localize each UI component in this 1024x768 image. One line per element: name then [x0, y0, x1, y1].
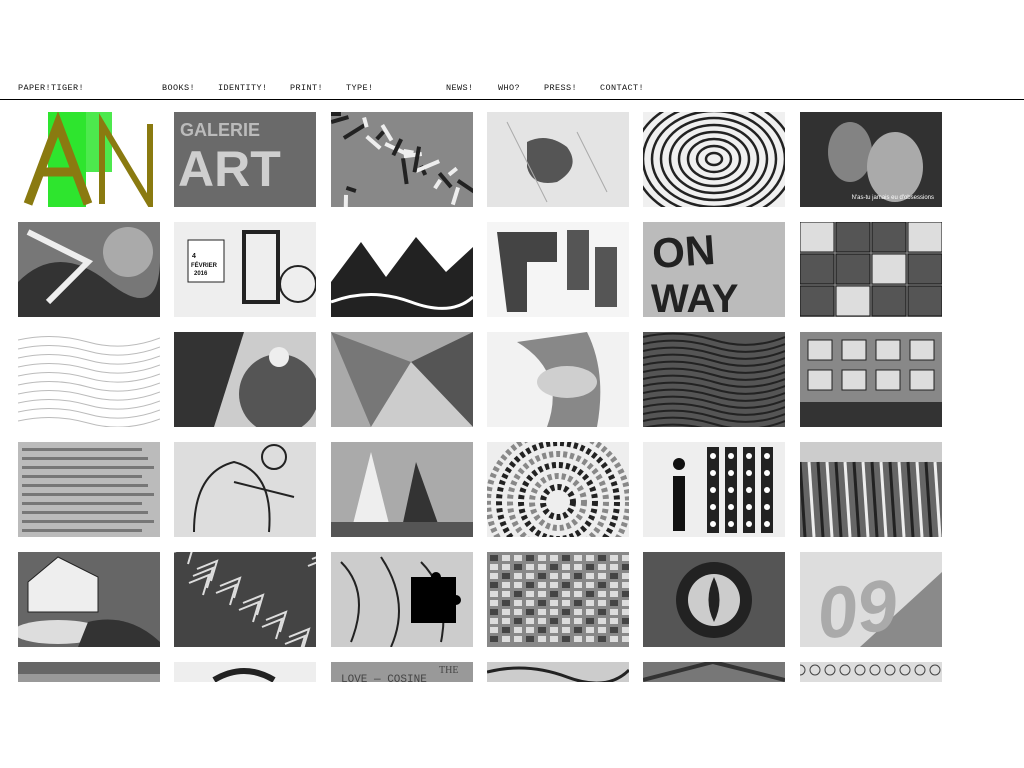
project-thumbnail-partial-tile-4[interactable]	[487, 662, 629, 682]
site-logo-link[interactable]: PAPER!TIGER!	[18, 83, 84, 93]
thumbnail-image	[487, 552, 629, 647]
thumbnail-image	[18, 112, 160, 207]
project-thumbnail-circular-mosaic[interactable]	[487, 442, 629, 537]
project-thumbnail-crumpled-paper[interactable]	[487, 112, 629, 207]
project-thumbnail-film-still-kiss[interactable]: N'as-tu jamais eu d'obsessions	[800, 112, 942, 207]
nav-item-who[interactable]: WHO?	[498, 83, 520, 93]
nav-item-type[interactable]: TYPE!	[346, 83, 374, 93]
project-thumbnail-house-drawing[interactable]	[18, 552, 160, 647]
thumbnail-image	[331, 552, 473, 647]
svg-text:ART: ART	[178, 141, 281, 197]
thumbnail-image	[18, 442, 160, 537]
thumbnail-image	[18, 332, 160, 427]
project-thumbnail-eye-emblem[interactable]	[643, 552, 785, 647]
svg-text:LOVE — COSINE: LOVE — COSINE	[341, 674, 427, 682]
page: PAPER!TIGER! BOOKS! IDENTITY! PRINT! TYP…	[0, 0, 1024, 768]
nav-item-books[interactable]: BOOKS!	[162, 83, 195, 93]
project-grid: GALERIE ART N'as-tu jamais eu d'obsessions…	[18, 112, 1024, 682]
project-thumbnail-puzzle-illustration[interactable]	[331, 552, 473, 647]
project-thumbnail-fragment-letters[interactable]	[487, 222, 629, 317]
project-thumbnail-mountain-illustration[interactable]	[331, 222, 473, 317]
project-thumbnail-hands-fabric[interactable]	[487, 332, 629, 427]
project-thumbnail-tower-block[interactable]	[487, 552, 629, 647]
nav-item-identity[interactable]: IDENTITY!	[218, 83, 268, 93]
nav-item-contact[interactable]: CONTACT!	[600, 83, 644, 93]
svg-text:2016: 2016	[194, 271, 208, 277]
project-thumbnail-text-page[interactable]	[18, 442, 160, 537]
project-thumbnail-geometric-photo[interactable]	[174, 332, 316, 427]
thumbnail-image	[174, 332, 316, 427]
project-thumbnail-sailboat-collage[interactable]	[331, 442, 473, 537]
project-thumbnail-abstract-shapes[interactable]	[18, 222, 160, 317]
thumbnail-image	[487, 112, 629, 207]
thumbnail-image	[18, 662, 160, 682]
project-thumbnail-number-09[interactable]: 09	[800, 552, 942, 647]
thumbnail-image	[331, 112, 473, 207]
thumbnail-image	[800, 332, 942, 427]
thumbnail-image	[800, 112, 942, 207]
thumbnail-image: GALERIEART	[174, 112, 316, 207]
thumbnail-image	[643, 112, 785, 207]
thumbnail-image: LOVE — COSINE THE	[331, 662, 473, 682]
thumbnail-image	[174, 662, 316, 682]
thumbnail-image	[643, 662, 785, 682]
thumbnail-image	[800, 222, 942, 317]
thumbnail-image	[487, 442, 629, 537]
project-thumbnail-graffiti-photo[interactable]	[800, 442, 942, 537]
project-thumbnail-galerie-art-sign[interactable]: GALERIE ART	[174, 112, 316, 207]
project-thumbnail-calendar-illustration[interactable]: 4 FÉVRIER 2016	[174, 222, 316, 317]
project-thumbnail-contour-lines[interactable]	[643, 112, 785, 207]
thumbnail-image	[18, 222, 160, 317]
project-thumbnail-dark-collage[interactable]	[174, 552, 316, 647]
project-thumbnail-an-green-letters[interactable]	[18, 112, 160, 207]
project-thumbnail-partial-tile-2[interactable]	[174, 662, 316, 682]
nav-item-press[interactable]: PRESS!	[544, 83, 577, 93]
thumbnail-image	[643, 442, 785, 537]
svg-text:4: 4	[192, 253, 196, 260]
thumbnail-image: ONWAY	[643, 222, 785, 317]
thumbnail-image	[643, 552, 785, 647]
thumbnail-image	[800, 662, 942, 682]
thumbnail-caption: N'as-tu jamais eu d'obsessions	[851, 195, 934, 201]
project-thumbnail-partial-tile-1[interactable]	[18, 662, 160, 682]
thumbnail-image	[174, 552, 316, 647]
svg-text:09: 09	[812, 565, 902, 647]
nav-item-print[interactable]: PRINT!	[290, 83, 323, 93]
project-thumbnail-figure-drawing[interactable]	[174, 442, 316, 537]
thumbnail-image	[331, 222, 473, 317]
project-thumbnail-topographic-lines[interactable]	[18, 332, 160, 427]
thumbnail-image: 09	[800, 552, 942, 647]
thumbnail-image	[487, 662, 629, 682]
svg-text:FÉVRIER: FÉVRIER	[191, 261, 218, 269]
svg-text:ON: ON	[651, 226, 717, 277]
project-thumbnail-wave-lines[interactable]	[643, 332, 785, 427]
project-thumbnail-gallery-interior[interactable]	[800, 332, 942, 427]
project-thumbnail-love-cosine[interactable]: LOVE — COSINE THE	[331, 662, 473, 682]
svg-text:GALERIE: GALERIE	[180, 120, 260, 140]
main-nav: PAPER!TIGER! BOOKS! IDENTITY! PRINT! TYP…	[0, 82, 1024, 100]
project-thumbnail-faceted-shapes[interactable]	[331, 332, 473, 427]
thumbnail-image	[331, 332, 473, 427]
svg-text:WAY: WAY	[651, 277, 739, 317]
thumbnail-image	[487, 222, 629, 317]
nav-item-news[interactable]: NEWS!	[446, 83, 474, 93]
thumbnail-image	[800, 442, 942, 537]
thumbnail-image	[643, 332, 785, 427]
project-thumbnail-one-way-type[interactable]: ON WAY	[643, 222, 785, 317]
thumbnail-image	[18, 552, 160, 647]
thumbnail-image: 4FÉVRIER 2016	[174, 222, 316, 317]
thumbnail-image	[331, 442, 473, 537]
project-thumbnail-dotted-letters[interactable]	[643, 442, 785, 537]
thumbnail-image	[487, 332, 629, 427]
project-thumbnail-comic-collage[interactable]	[800, 222, 942, 317]
project-thumbnail-partial-tile-5[interactable]	[643, 662, 785, 682]
thumbnail-image	[174, 442, 316, 537]
project-thumbnail-pattern-squiggles[interactable]	[331, 112, 473, 207]
project-thumbnail-partial-tile-6[interactable]	[800, 662, 942, 682]
svg-text:THE: THE	[439, 665, 458, 676]
